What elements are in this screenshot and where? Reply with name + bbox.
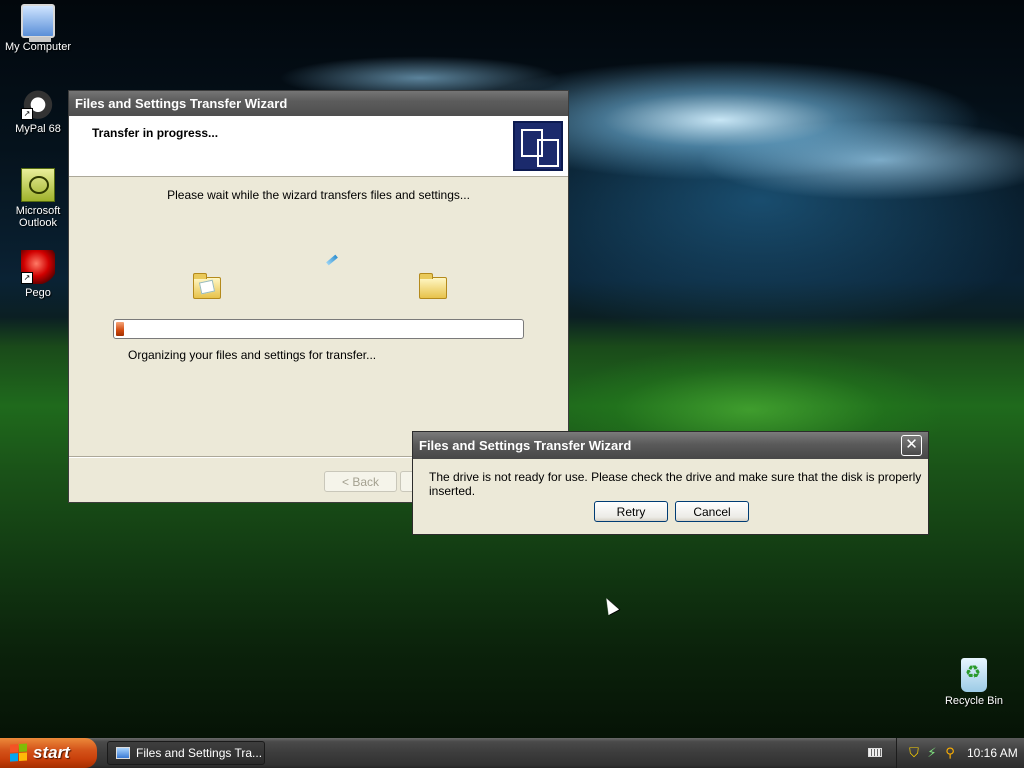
mypal-icon: ↗ <box>21 86 55 120</box>
start-button[interactable]: start <box>0 738 97 768</box>
wizard-header-title: Transfer in progress... <box>92 126 219 140</box>
wizard-instruction: Please wait while the wizard transfers f… <box>167 188 470 202</box>
destination-folder-icon <box>419 273 447 299</box>
taskbar-item-label: Files and Settings Tra... <box>136 746 263 760</box>
clock: 10:16 AM <box>967 746 1018 760</box>
dialog-titlebar[interactable]: Files and Settings Transfer Wizard ✕ <box>413 432 928 459</box>
back-button[interactable]: < Back <box>324 471 397 492</box>
pego-icon: ↗ <box>21 250 55 284</box>
close-icon: ✕ <box>905 436 918 453</box>
network-icon[interactable]: ⚡ <box>925 746 939 760</box>
desktop-icon-label: MyPal 68 <box>15 123 61 135</box>
system-tray: ⛉ ⚡ ⚲ 10:16 AM <box>896 738 1024 768</box>
search-icon[interactable]: ⚲ <box>943 746 957 760</box>
desktop-icon-label: Recycle Bin <box>944 695 1004 707</box>
transfer-wizard-logo-icon <box>513 121 563 171</box>
dialog-title: Files and Settings Transfer Wizard <box>419 438 632 453</box>
security-shield-icon[interactable]: ⛉ <box>907 746 921 760</box>
desktop-icon-label: My Computer <box>4 41 72 53</box>
taskbar: start Files and Settings Tra... ⛉ ⚡ ⚲ 10… <box>0 738 1024 768</box>
windows-logo-icon <box>10 743 28 762</box>
desktop-icon-my-computer[interactable]: My Computer <box>0 4 76 53</box>
wizard-header: Transfer in progress... <box>69 116 568 177</box>
desktop-icon-recycle-bin[interactable]: Recycle Bin <box>936 658 1012 707</box>
transfer-progress-bar <box>113 319 524 339</box>
wizard-status-text: Organizing your files and settings for t… <box>128 348 377 362</box>
progress-fill <box>116 322 125 336</box>
shortcut-arrow-icon: ↗ <box>21 272 33 284</box>
start-label: start <box>33 743 70 762</box>
desktop-icon-outlook[interactable]: Microsoft Outlook <box>0 168 76 229</box>
retry-button[interactable]: Retry <box>594 501 668 522</box>
flying-document-icon <box>326 254 338 266</box>
desktop-icon-pego[interactable]: ↗ Pego <box>0 250 76 299</box>
desktop-icon-mypal[interactable]: ↗ MyPal 68 <box>0 86 76 135</box>
desktop-icon-label: Pego <box>25 287 51 299</box>
error-dialog: Files and Settings Transfer Wizard ✕ The… <box>412 431 929 535</box>
outlook-icon <box>21 168 55 202</box>
shortcut-arrow-icon: ↗ <box>21 108 33 120</box>
source-folder-icon <box>193 273 221 299</box>
my-computer-icon <box>21 4 55 42</box>
taskbar-item-transfer-wizard[interactable]: Files and Settings Tra... <box>107 741 265 765</box>
cancel-button[interactable]: Cancel <box>675 501 749 522</box>
dialog-message: The drive is not ready for use. Please c… <box>429 470 922 498</box>
transfer-wizard-task-icon <box>116 747 130 759</box>
wizard-title: Files and Settings Transfer Wizard <box>75 96 288 111</box>
recycle-bin-icon <box>961 658 987 692</box>
desktop-icon-label: Microsoft Outlook <box>15 205 61 229</box>
keyboard-language-icon[interactable] <box>868 748 882 757</box>
close-button[interactable]: ✕ <box>901 435 922 456</box>
wizard-titlebar[interactable]: Files and Settings Transfer Wizard <box>69 91 568 116</box>
